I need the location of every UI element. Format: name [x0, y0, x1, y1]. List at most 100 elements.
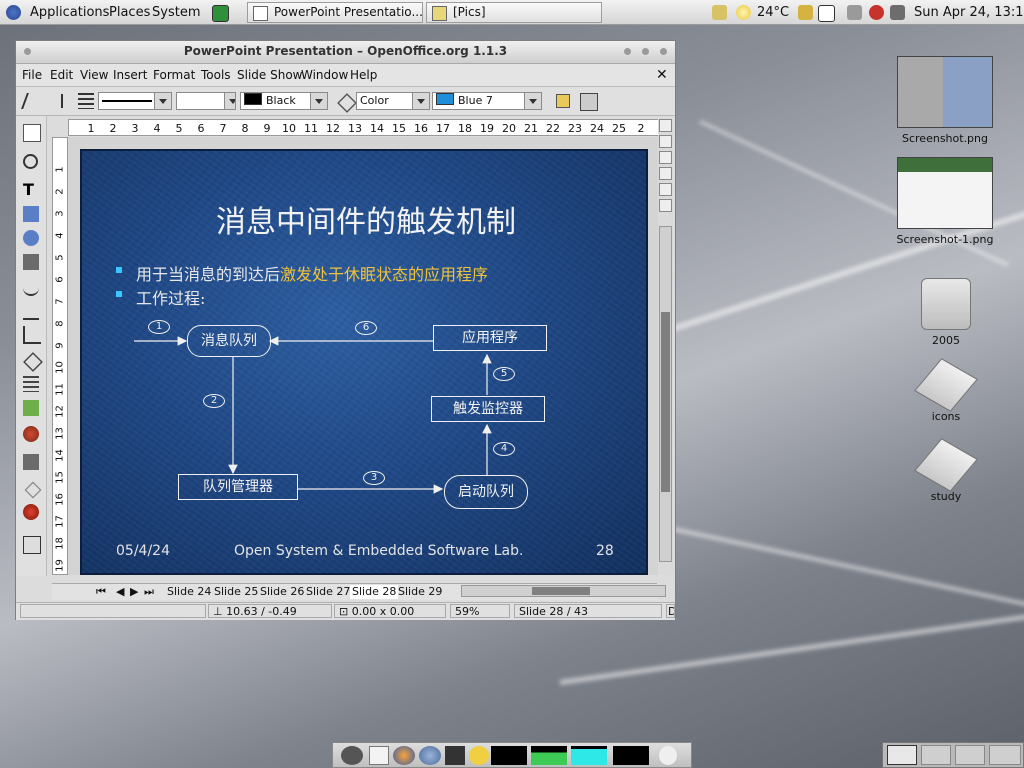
- tab-slide-25[interactable]: Slide 25: [214, 585, 258, 599]
- area-style-select[interactable]: Color: [356, 92, 430, 110]
- slide-canvas[interactable]: 消息中间件的触发机制 用于当消息的到达后激发处于休眠状态的应用程序 工作过程:: [80, 149, 648, 575]
- box-queue-manager[interactable]: 队列管理器: [178, 474, 298, 500]
- vertical-scrollbar[interactable]: [659, 226, 672, 562]
- menu-slideshow[interactable]: Slide Show: [237, 64, 302, 86]
- line-icon[interactable]: [54, 93, 70, 109]
- desktop-icon-icons[interactable]: icons: [896, 358, 996, 423]
- horizontal-ruler[interactable]: 1 2 3 4 5 6 7 8 9 10 11 12 13 14 15 16 1…: [68, 119, 661, 136]
- email-launcher-icon[interactable]: [419, 746, 441, 765]
- tab-slide-27[interactable]: Slide 27: [306, 585, 350, 599]
- line-width-field[interactable]: [176, 92, 236, 110]
- line-ends-icon[interactable]: [21, 93, 45, 109]
- gnome-foot-icon[interactable]: [6, 5, 21, 20]
- menu-file[interactable]: File: [22, 64, 42, 86]
- curve-icon[interactable]: [23, 278, 39, 296]
- window-titlebar[interactable]: PowerPoint Presentation – OpenOffice.org…: [16, 41, 675, 64]
- system-menu[interactable]: System: [152, 0, 200, 25]
- desktop-icon-screenshot[interactable]: Screenshot.png: [895, 56, 995, 145]
- show-desktop-icon[interactable]: [212, 5, 229, 22]
- slides-view-button[interactable]: [659, 151, 672, 164]
- box-application[interactable]: 应用程序: [433, 325, 547, 351]
- clock[interactable]: Sun Apr 24, 13:10: [914, 0, 1024, 25]
- arrow-style-icon[interactable]: [78, 93, 94, 109]
- tab-nav-prev-icon[interactable]: ◀: [116, 585, 124, 599]
- menu-insert[interactable]: Insert: [113, 64, 147, 86]
- places-menu[interactable]: Places: [109, 0, 150, 25]
- animation-icon[interactable]: [23, 504, 39, 520]
- interaction-icon[interactable]: [24, 481, 42, 499]
- ellipse-icon[interactable]: [23, 230, 39, 246]
- snowman-icon[interactable]: [659, 746, 677, 765]
- handout-view-button[interactable]: [659, 183, 672, 196]
- tab-slide-24[interactable]: Slide 24: [167, 585, 211, 599]
- slideshow-icon[interactable]: [23, 536, 41, 554]
- tab-slide-29[interactable]: Slide 29: [398, 585, 442, 599]
- close-button[interactable]: [660, 48, 667, 55]
- menu-format[interactable]: Format: [153, 64, 195, 86]
- select-pointer-icon[interactable]: [23, 124, 41, 142]
- tab-slide-26[interactable]: Slide 26: [260, 585, 304, 599]
- line-arrow-icon[interactable]: [23, 302, 39, 320]
- lock-icon[interactable]: [798, 5, 813, 20]
- insert-icon[interactable]: [23, 426, 39, 442]
- drawing-view-button[interactable]: [659, 119, 672, 132]
- horizontal-scroll-thumb[interactable]: [532, 587, 590, 595]
- line-color-select[interactable]: Black: [240, 92, 328, 110]
- terminal-launcher-icon[interactable]: [341, 746, 363, 765]
- area-color-select[interactable]: Blue 7: [432, 92, 542, 110]
- workspace-2[interactable]: [921, 745, 951, 765]
- area-fill-icon[interactable]: [337, 93, 357, 113]
- alignment-icon[interactable]: [23, 376, 39, 392]
- rotate-icon[interactable]: [23, 352, 43, 372]
- firefox-launcher-icon[interactable]: [393, 746, 415, 765]
- transform-icon[interactable]: [580, 93, 598, 111]
- workspace-3[interactable]: [955, 745, 985, 765]
- slide-workarea[interactable]: 消息中间件的触发机制 用于当消息的到达后激发处于休眠状态的应用程序 工作过程:: [68, 137, 658, 575]
- notes-view-button[interactable]: [659, 167, 672, 180]
- text-tool-icon[interactable]: T: [23, 182, 39, 198]
- tab-nav-last-icon[interactable]: ⏭: [144, 585, 154, 599]
- shadow-icon[interactable]: [556, 94, 570, 108]
- task-pics[interactable]: [Pics]: [426, 2, 602, 23]
- horizontal-scrollbar[interactable]: [461, 585, 666, 597]
- close-document-icon[interactable]: ✕: [656, 64, 668, 86]
- menu-help[interactable]: Help: [350, 64, 377, 86]
- weather-cloud-icon[interactable]: [712, 5, 727, 20]
- desktop-icon-2005[interactable]: 2005: [896, 278, 996, 347]
- task-powerpoint[interactable]: PowerPoint Presentatio...: [247, 2, 423, 23]
- outline-view-button[interactable]: [659, 135, 672, 148]
- box-trigger-monitor[interactable]: 触发监控器: [431, 396, 545, 422]
- maximize-button[interactable]: [642, 48, 649, 55]
- arrange-icon[interactable]: [23, 400, 39, 416]
- connector-icon[interactable]: [23, 326, 41, 344]
- notes-launcher-icon[interactable]: [369, 746, 389, 765]
- effects-icon[interactable]: [23, 454, 39, 470]
- messenger-launcher-icon[interactable]: [469, 746, 489, 765]
- workspace-1[interactable]: [887, 745, 917, 765]
- window-menu-button[interactable]: [24, 48, 31, 55]
- line-style-select[interactable]: [98, 92, 172, 110]
- update-icon[interactable]: [869, 5, 884, 20]
- menu-edit[interactable]: Edit: [50, 64, 73, 86]
- vertical-ruler[interactable]: 1 2 3 4 5 6 7 8 9 10 11 12 13 14 15 16 1…: [52, 137, 68, 575]
- desktop-icon-screenshot-1[interactable]: Screenshot-1.png: [895, 157, 995, 246]
- applications-menu[interactable]: Applications: [30, 0, 109, 25]
- workspace-4[interactable]: [989, 745, 1021, 765]
- vertical-scroll-thumb[interactable]: [661, 312, 670, 492]
- menu-tools[interactable]: Tools: [201, 64, 231, 86]
- rectangle-icon[interactable]: [23, 206, 39, 222]
- 3d-object-icon[interactable]: [23, 254, 39, 270]
- minimize-button[interactable]: [624, 48, 631, 55]
- box-message-queue[interactable]: 消息队列: [187, 325, 271, 357]
- menu-window[interactable]: Window: [301, 64, 348, 86]
- app-launcher-icon[interactable]: [445, 746, 465, 765]
- zoom-icon[interactable]: [23, 154, 38, 169]
- tab-nav-first-icon[interactable]: ⏮: [96, 585, 106, 599]
- desktop-icon-study[interactable]: study: [896, 438, 996, 503]
- tab-slide-28[interactable]: Slide 28: [350, 585, 399, 599]
- slideshow-view-button[interactable]: [659, 199, 672, 212]
- tab-nav-next-icon[interactable]: ▶: [130, 585, 138, 599]
- volume-icon[interactable]: [890, 5, 905, 20]
- printer-icon[interactable]: [847, 5, 862, 20]
- box-start-queue[interactable]: 启动队列: [444, 475, 528, 509]
